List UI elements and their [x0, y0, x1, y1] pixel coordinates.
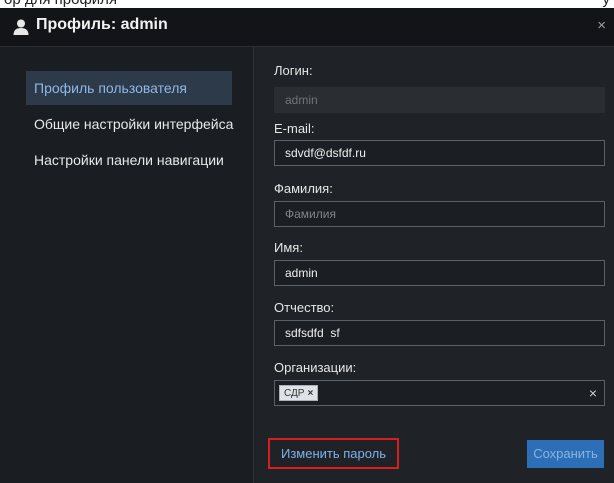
firstname-label: Имя: — [274, 240, 303, 255]
background-text-fragment: ор для профиля — [4, 0, 614, 8]
login-field — [274, 87, 605, 113]
patronymic-field[interactable] — [274, 320, 605, 346]
sidebar-item-interface-settings[interactable]: Общие настройки интерфейса — [26, 107, 233, 141]
patronymic-label: Отчество: — [274, 300, 335, 315]
email-label: E-mail: — [274, 121, 315, 136]
user-icon — [12, 18, 30, 36]
background-text-fragment-right: у — [603, 0, 611, 8]
sidebar-item-navigation-settings[interactable]: Настройки панели навигации — [26, 143, 232, 177]
profile-dialog: Профиль: admin × Профиль пользователя Об… — [0, 8, 614, 483]
login-label: Логин: — [274, 63, 313, 78]
background-page-strip: ор для профиля у — [0, 0, 614, 8]
profile-form: Логин: E-mail: Фамилия: Имя: Отчество: О… — [254, 47, 614, 483]
lastname-field[interactable] — [274, 201, 605, 227]
organizations-label: Организации: — [274, 360, 357, 375]
save-button[interactable]: Сохранить — [527, 440, 604, 468]
change-password-button[interactable]: Изменить пароль — [268, 438, 399, 469]
clear-selection-icon[interactable]: × — [589, 385, 597, 401]
sidebar-item-user-profile[interactable]: Профиль пользователя — [26, 71, 232, 105]
organization-tag-text: СДР — [284, 388, 305, 399]
dialog-titlebar: Профиль: admin × — [0, 8, 614, 47]
dialog-title: Профиль: admin — [36, 16, 168, 33]
organizations-select[interactable]: СДР × × — [274, 380, 605, 406]
firstname-field[interactable] — [274, 260, 605, 286]
lastname-label: Фамилия: — [274, 181, 333, 196]
remove-tag-icon[interactable]: × — [307, 388, 313, 399]
email-field[interactable] — [274, 140, 605, 166]
close-icon[interactable]: × — [597, 17, 606, 34]
organization-tag: СДР × — [279, 385, 319, 401]
settings-sidebar: Профиль пользователя Общие настройки инт… — [0, 47, 254, 483]
